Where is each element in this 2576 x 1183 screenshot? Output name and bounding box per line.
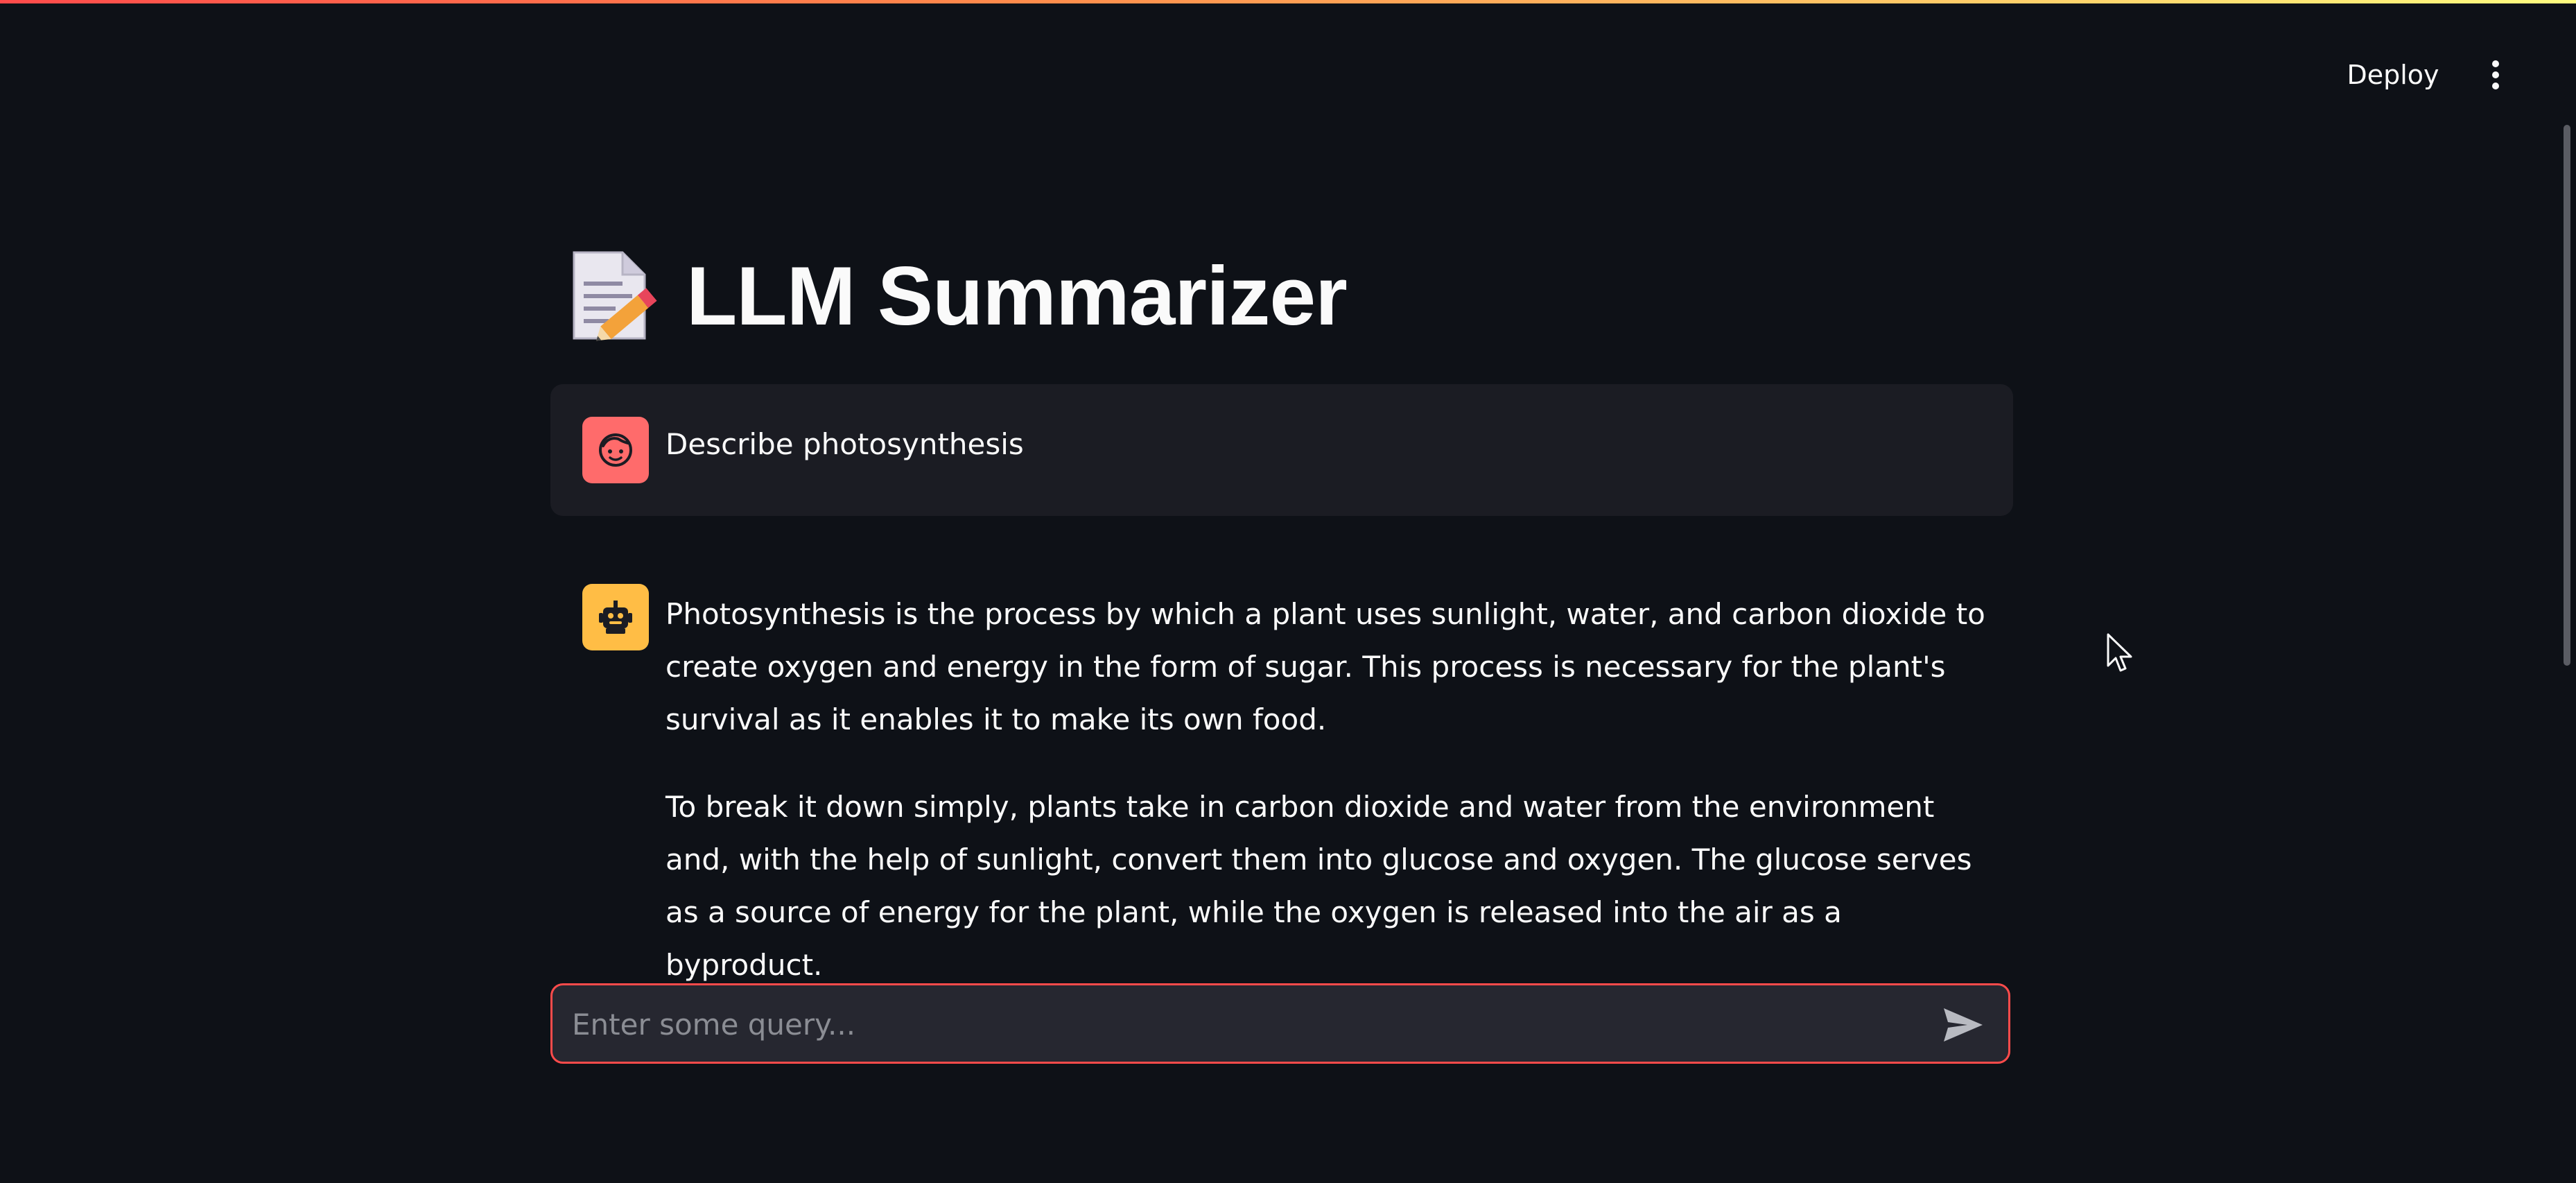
user-face-icon [582,417,649,483]
chat-input[interactable] [571,985,1918,1063]
vertical-ellipsis-icon[interactable] [2475,54,2516,96]
memo-icon [568,248,659,344]
page-header: LLM Summarizer [568,244,1348,348]
assistant-message: Photosynthesis is the process by which a… [550,548,2013,982]
top-accent-bar [0,0,2576,3]
scrollbar-thumb[interactable] [2564,125,2570,666]
assistant-message-body: Photosynthesis is the process by which a… [665,588,2003,1026]
user-message-text: Describe photosynthesis [665,427,1024,461]
chat-input-box [550,983,2010,1064]
user-message: Describe photosynthesis [550,384,2013,516]
app-window: Deploy LLM Summarizer Describe photosynt… [0,0,2576,1183]
assistant-paragraph: Photosynthesis is the process by which a… [665,597,1985,736]
mouse-cursor-icon [2106,632,2134,674]
assistant-paragraph: To break it down simply, plants take in … [665,790,1972,982]
page-title: LLM Summarizer [686,250,1348,343]
send-icon[interactable] [1939,1001,1987,1049]
robot-icon [582,584,649,650]
deploy-button[interactable]: Deploy [2338,54,2448,96]
